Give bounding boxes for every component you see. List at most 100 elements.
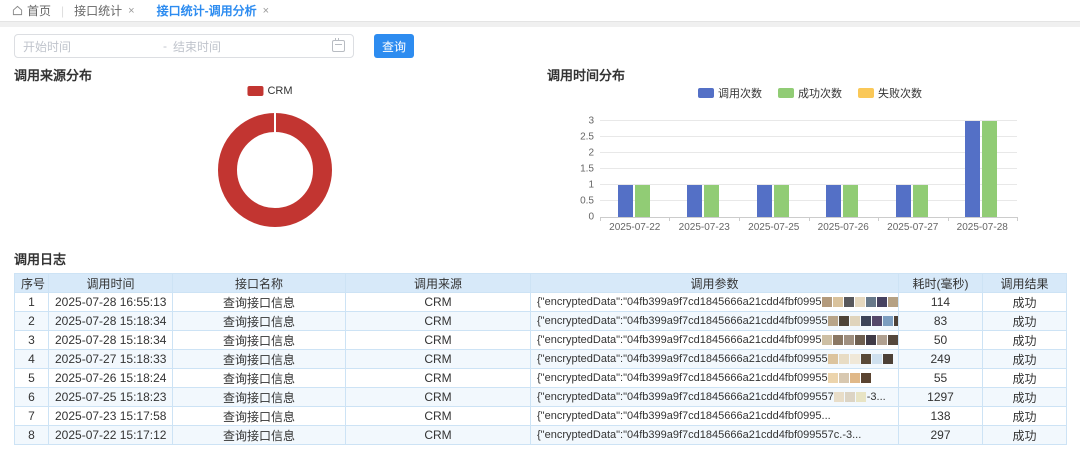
bar-chart-panel: 调用时间分布 调用次数成功次数失败次数 00.511.522.532025-07…	[540, 58, 1080, 243]
param-text: {"encryptedData":"04fb399a9f7cd1845666a2…	[537, 353, 828, 365]
redacted-block	[861, 354, 871, 364]
redacted-block	[861, 316, 871, 326]
cell-result: 成功	[983, 407, 1067, 426]
column-header: 调用结果	[983, 274, 1067, 293]
bar-chart-title: 调用时间分布	[547, 65, 625, 84]
cell-source: CRM	[346, 369, 531, 388]
redacted-block	[866, 335, 876, 345]
cell-duration: 50	[899, 331, 983, 350]
table-row: 32025-07-28 15:18:34查询接口信息CRM{"encrypted…	[15, 331, 1067, 350]
x-axis-tick-label: 2025-07-25	[739, 222, 809, 233]
legend-item[interactable]: 成功次数	[778, 85, 842, 101]
cell-time: 2025-07-26 15:18:24	[49, 369, 173, 388]
bar-category-group: 2025-07-26	[809, 121, 879, 217]
redacted-block	[866, 297, 876, 307]
cell-time: 2025-07-28 15:18:34	[49, 331, 173, 350]
cell-time: 2025-07-22 15:17:12	[49, 426, 173, 445]
donut-slice-gap	[274, 113, 276, 133]
pie-chart-title: 调用来源分布	[14, 65, 92, 84]
table-row: 62025-07-25 15:18:23查询接口信息CRM{"encrypted…	[15, 388, 1067, 407]
bar-成功次数[interactable]	[982, 121, 997, 217]
redacted-block	[883, 316, 893, 326]
bar-chart[interactable]: 00.511.522.532025-07-222025-07-232025-07…	[600, 121, 1017, 218]
bar-legend: 调用次数成功次数失败次数	[698, 85, 922, 101]
bar-调用次数[interactable]	[896, 185, 911, 217]
cell-result: 成功	[983, 388, 1067, 407]
column-header: 调用时间	[49, 274, 173, 293]
cell-duration: 297	[899, 426, 983, 445]
y-axis-tick-label: 0	[588, 212, 594, 223]
bar-category-group: 2025-07-23	[670, 121, 740, 217]
redacted-block	[845, 392, 855, 402]
query-button[interactable]: 查询	[374, 34, 414, 58]
param-suffix: -3...	[867, 391, 886, 403]
redacted-block	[872, 316, 882, 326]
legend-swatch	[778, 88, 794, 98]
bar-成功次数[interactable]	[843, 185, 858, 217]
redacted-block	[872, 354, 882, 364]
legend-item[interactable]: 调用次数	[698, 85, 762, 101]
donut-chart[interactable]	[218, 113, 332, 227]
x-axis-tick	[1017, 217, 1018, 221]
bar-调用次数[interactable]	[687, 185, 702, 217]
cell-time: 2025-07-28 15:18:34	[49, 312, 173, 331]
cell-param: {"encryptedData":"04fb399a9f7cd1845666a2…	[531, 426, 899, 445]
bar-调用次数[interactable]	[757, 185, 772, 217]
close-icon[interactable]: ×	[128, 5, 134, 17]
cell-result: 成功	[983, 350, 1067, 369]
redacted-block	[888, 335, 898, 345]
redacted-block	[834, 392, 844, 402]
cell-source: CRM	[346, 350, 531, 369]
legend-label: CRM	[267, 85, 292, 97]
column-header: 调用参数	[531, 274, 899, 293]
cell-no: 7	[15, 407, 49, 426]
bar-category-group: 2025-07-27	[878, 121, 948, 217]
cell-api: 查询接口信息	[173, 388, 346, 407]
start-date-input[interactable]: 开始时间	[23, 38, 163, 55]
bar-category-group: 2025-07-28	[948, 121, 1018, 217]
tab-home-label: 首页	[27, 2, 51, 19]
cell-no: 6	[15, 388, 49, 407]
divider	[0, 21, 1080, 27]
cell-duration: 55	[899, 369, 983, 388]
y-axis-tick-label: 2	[588, 148, 594, 159]
tab-interface-stats[interactable]: 接口统计 ×	[74, 2, 134, 19]
legend-item[interactable]: 失败次数	[858, 85, 922, 101]
bar-成功次数[interactable]	[704, 185, 719, 217]
redacted-block	[861, 373, 871, 383]
end-date-input[interactable]: 结束时间	[173, 38, 332, 55]
cell-api: 查询接口信息	[173, 369, 346, 388]
bar-成功次数[interactable]	[635, 185, 650, 217]
legend-item[interactable]: CRM	[247, 85, 292, 97]
cell-api: 查询接口信息	[173, 407, 346, 426]
legend-swatch	[247, 86, 263, 96]
charts-row: 调用来源分布 CRM 调用时间分布 调用次数成功次数失败次数 00.511.52…	[0, 58, 1080, 243]
x-axis-tick	[948, 217, 949, 221]
bar-category-group: 2025-07-22	[600, 121, 670, 217]
redacted-block	[850, 354, 860, 364]
redacted-block	[877, 297, 887, 307]
cell-duration: 249	[899, 350, 983, 369]
column-header: 调用来源	[346, 274, 531, 293]
param-text: {"encryptedData":"04fb399a9f7cd1845666a2…	[537, 429, 842, 441]
table-row: 72025-07-23 15:17:58查询接口信息CRM{"encrypted…	[15, 407, 1067, 426]
bar-成功次数[interactable]	[913, 185, 928, 217]
close-icon[interactable]: ×	[263, 5, 269, 17]
tab-call-analysis[interactable]: 接口统计-调用分析 ×	[157, 2, 269, 19]
date-range-picker[interactable]: 开始时间 - 结束时间	[14, 34, 354, 58]
redacted-block	[888, 297, 898, 307]
log-section-title: 调用日志	[14, 249, 1080, 268]
bar-调用次数[interactable]	[965, 121, 980, 217]
bar-调用次数[interactable]	[826, 185, 841, 217]
pie-legend: CRM	[247, 85, 292, 97]
tab-home[interactable]: 首页	[12, 2, 51, 19]
cell-api: 查询接口信息	[173, 312, 346, 331]
redacted-block	[828, 373, 838, 383]
bar-调用次数[interactable]	[618, 185, 633, 217]
column-header: 耗时(毫秒)	[899, 274, 983, 293]
bar-成功次数[interactable]	[774, 185, 789, 217]
param-text: {"encryptedData":"04fb399a9f7cd1845666a2…	[537, 391, 834, 403]
cell-no: 5	[15, 369, 49, 388]
y-axis-tick-label: 0.5	[580, 196, 594, 207]
redacted-block	[850, 316, 860, 326]
